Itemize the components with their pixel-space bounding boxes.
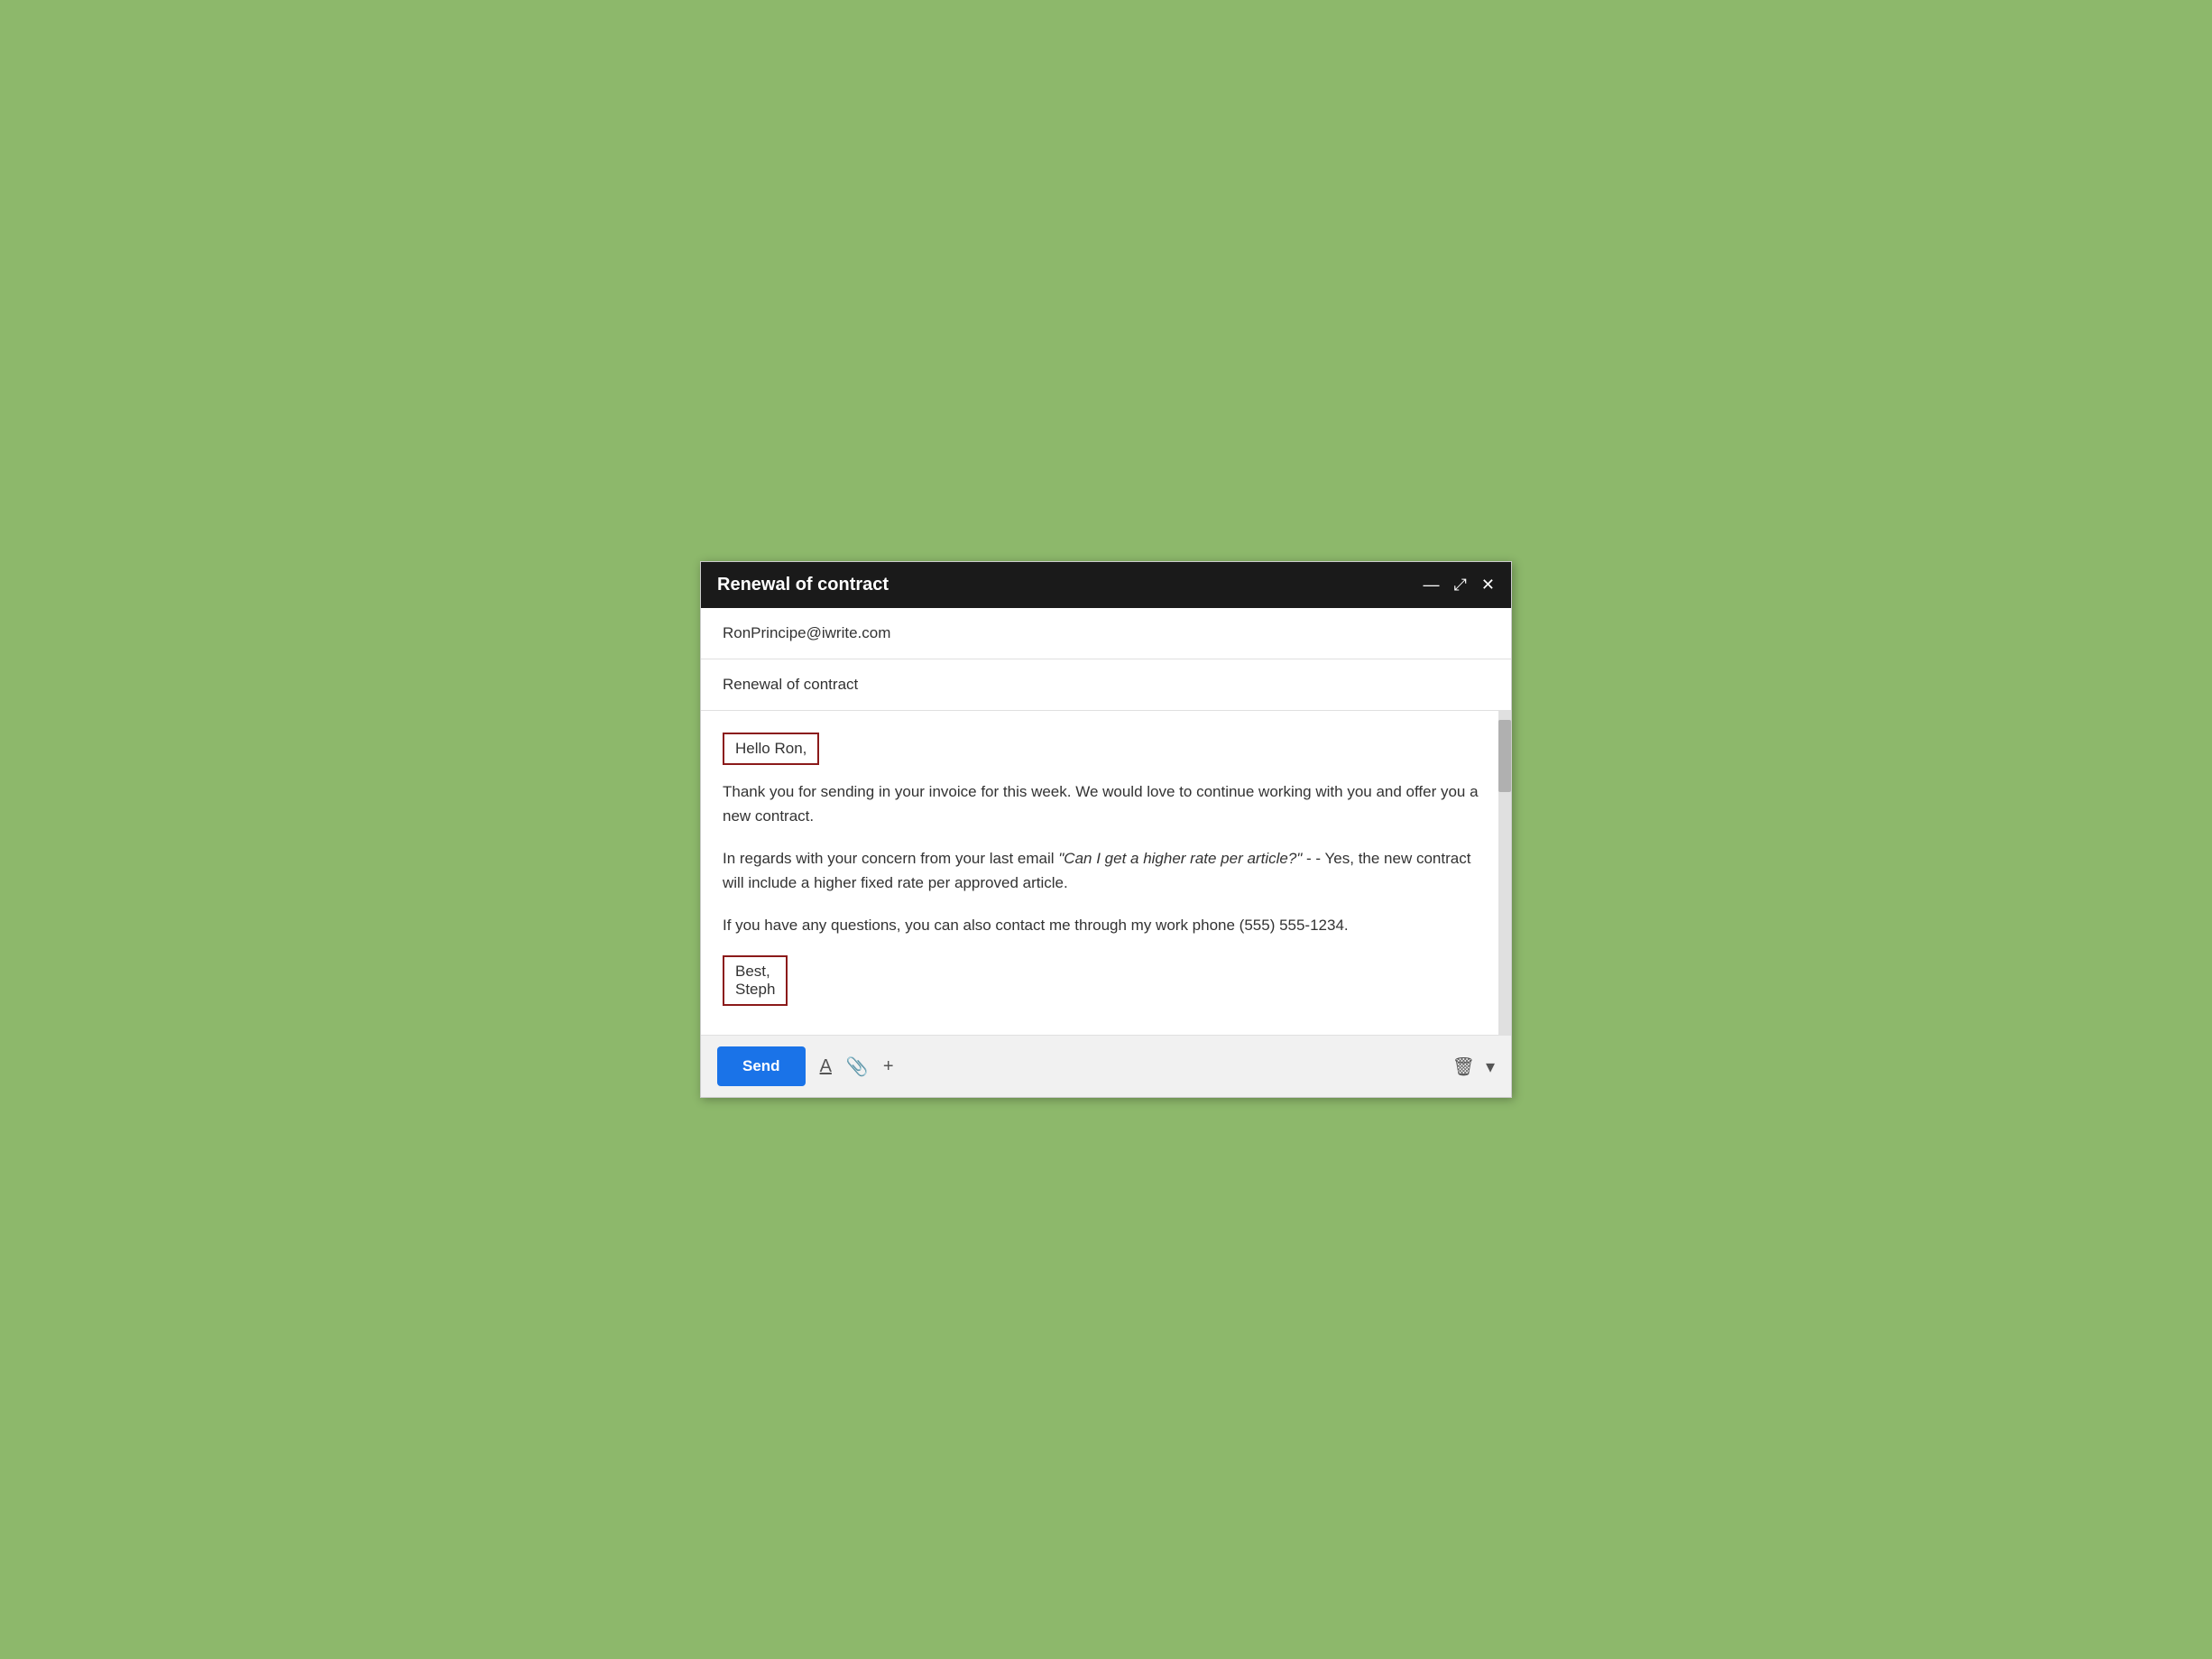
maximize-button[interactable]: ⤢ bbox=[1454, 576, 1467, 593]
email-paragraph-1: Thank you for sending in your invoice fo… bbox=[723, 779, 1489, 828]
greeting-box: Hello Ron, bbox=[723, 733, 819, 765]
subject-field[interactable]: Renewal of contract bbox=[701, 659, 1511, 711]
scrollbar-thumb[interactable] bbox=[1498, 720, 1511, 792]
signature-box: Best, Steph bbox=[723, 955, 788, 1006]
close-button[interactable]: ✕ bbox=[1481, 576, 1495, 593]
send-button[interactable]: Send bbox=[717, 1046, 806, 1086]
to-address: RonPrincipe@iwrite.com bbox=[723, 624, 890, 641]
subject-text: Renewal of contract bbox=[723, 676, 858, 693]
to-field[interactable]: RonPrincipe@iwrite.com bbox=[701, 608, 1511, 659]
window-controls: — ⤢ ✕ bbox=[1424, 576, 1496, 593]
email-compose-body: RonPrincipe@iwrite.com Renewal of contra… bbox=[701, 608, 1511, 1098]
greeting-text: Hello Ron, bbox=[735, 740, 806, 757]
window-title: Renewal of contract bbox=[717, 575, 889, 595]
attach-button[interactable]: 📎 bbox=[846, 1055, 869, 1078]
scrollbar[interactable] bbox=[1498, 711, 1511, 1036]
compose-toolbar: Send A 📎 + 🗑 ▾ bbox=[701, 1035, 1511, 1097]
email-paragraph-3: If you have any questions, you can also … bbox=[723, 913, 1489, 937]
more-options-button[interactable]: ▾ bbox=[1486, 1055, 1495, 1078]
email-paragraph-2: In regards with your concern from your l… bbox=[723, 846, 1489, 895]
toolbar-right: 🗑 ▾ bbox=[1452, 1055, 1495, 1078]
signature-text: Best, Steph bbox=[735, 963, 775, 998]
delete-button[interactable]: 🗑 bbox=[1452, 1055, 1475, 1078]
trash-icon: 🗑 bbox=[1452, 1057, 1475, 1077]
more-button[interactable]: + bbox=[883, 1056, 894, 1077]
minimize-button[interactable]: — bbox=[1424, 576, 1440, 593]
email-compose-window: Renewal of contract — ⤢ ✕ RonPrincipe@iw… bbox=[700, 561, 1512, 1099]
email-content-area[interactable]: Hello Ron, Thank you for sending in your… bbox=[701, 711, 1511, 1036]
format-text-button[interactable]: A bbox=[820, 1056, 832, 1077]
titlebar: Renewal of contract — ⤢ ✕ bbox=[701, 562, 1511, 608]
